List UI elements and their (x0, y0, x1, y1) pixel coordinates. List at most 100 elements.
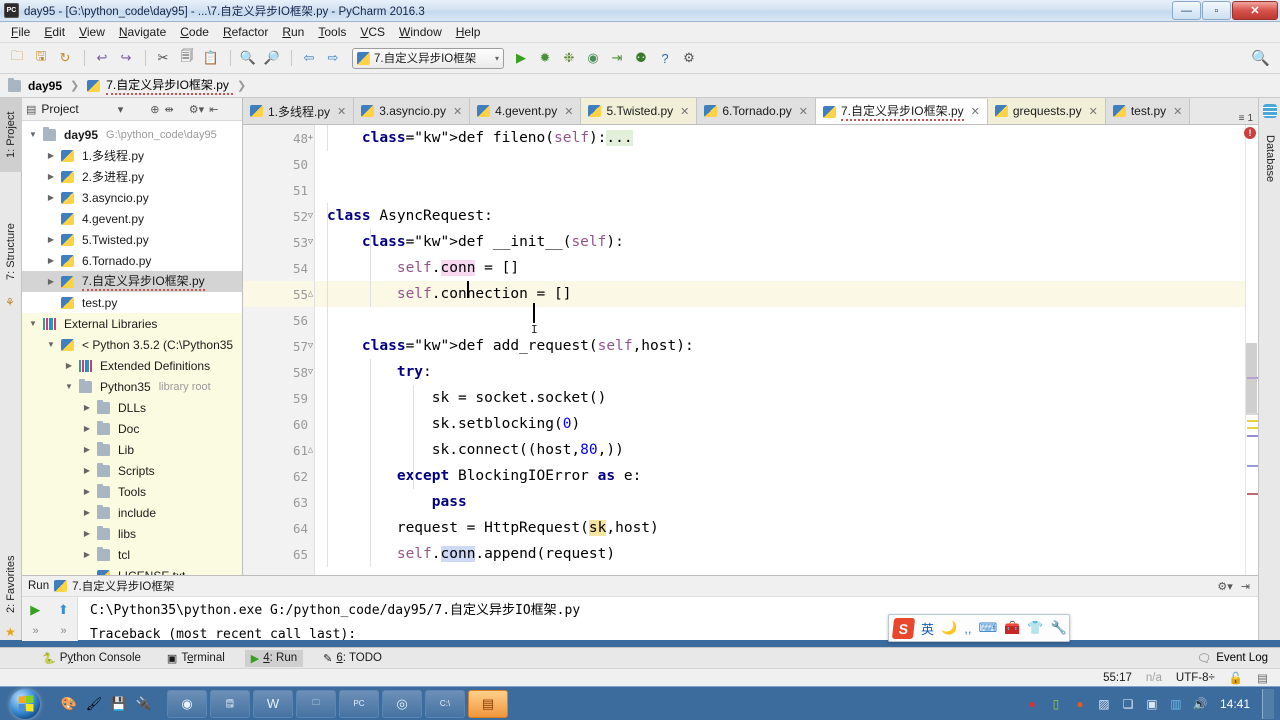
volume-icon[interactable]: 🔊 (1192, 696, 1208, 712)
copy-icon[interactable]: 🗐 (176, 47, 198, 69)
chevron-right-icon[interactable]: ▶ (80, 424, 94, 433)
tree-node[interactable]: test.py (22, 292, 242, 313)
dropdown-icon[interactable]: ▾ (118, 103, 124, 116)
menu-item-run[interactable]: Run (275, 23, 311, 41)
tree-node-root[interactable]: ▼day95G:\python_code\day95 (22, 124, 242, 145)
chevron-down-icon[interactable]: ▼ (26, 130, 40, 139)
taskbar-button-media-player[interactable]: ◎ (382, 690, 422, 718)
chevrons-down-icon[interactable]: » (32, 625, 38, 637)
tab-list-icon[interactable]: ≡ (1239, 113, 1245, 124)
code-line[interactable]: class="kw">def add_request(self,host): (315, 333, 1258, 359)
editor-scrollbar-thumb[interactable] (1246, 343, 1257, 415)
line-number[interactable]: 63 (243, 489, 314, 515)
bottom-tab-python-console[interactable]: 🐍Python Console (36, 650, 147, 667)
tree-node[interactable]: ▼< Python 3.5.2 (C:\Python35 (22, 334, 242, 355)
editor-tab-6[interactable]: grequests.py✕ (988, 98, 1106, 124)
sync-icon[interactable]: ↻ (54, 47, 76, 69)
line-number[interactable]: 58▽ (243, 359, 314, 385)
open-folder-icon[interactable]: 🗀 (6, 47, 28, 69)
rerun-icon[interactable]: ▶ (30, 602, 40, 618)
chevron-down-icon[interactable]: ▼ (44, 340, 58, 349)
brush-icon[interactable]: 🖌 (83, 693, 105, 715)
tree-node[interactable]: ▶DLLs (22, 397, 242, 418)
antivirus-icon[interactable]: ● (1024, 696, 1040, 712)
settings-icon[interactable]: ⚙ (678, 47, 700, 69)
error-count-badge[interactable]: ! (1244, 127, 1256, 139)
line-separator[interactable]: n/a (1146, 672, 1162, 684)
chevron-right-icon[interactable]: ▶ (80, 445, 94, 454)
line-number[interactable]: 54 (243, 255, 314, 281)
ime-mode-label[interactable]: 英 (921, 619, 934, 638)
line-number[interactable]: 61△ (243, 437, 314, 463)
taskbar-button-explorer[interactable]: 🗀 (296, 690, 336, 718)
line-number[interactable]: 65 (243, 541, 314, 567)
bottom-tab-terminal[interactable]: ▣Terminal (161, 650, 231, 667)
project-view-icon[interactable]: ▤ (26, 103, 36, 116)
cut-icon[interactable]: ✂ (152, 47, 174, 69)
code-line[interactable]: self.connection = [] (315, 281, 1258, 307)
caret-position[interactable]: 55:17 (1103, 672, 1132, 684)
run-configuration-selector[interactable]: 7.自定义异步IO框架 ▾ (352, 48, 504, 69)
windows-icon[interactable]: ❏ (1120, 696, 1136, 712)
taskbar-button-pycharm[interactable]: PC (339, 690, 379, 718)
tree-node[interactable]: ▶7.自定义异步IO框架.py (22, 271, 242, 292)
plugin-icon[interactable]: 🔌 (133, 693, 155, 715)
ime-icon[interactable]: ▥ (1168, 696, 1184, 712)
tree-node[interactable]: ▼Python35library root (22, 376, 242, 397)
maximize-button[interactable]: ▫ (1202, 1, 1231, 20)
chevron-down-icon[interactable]: ▼ (62, 382, 76, 391)
line-number[interactable]: 60 (243, 411, 314, 437)
close-tab-icon[interactable]: ✕ (1089, 105, 1098, 118)
run-console-output[interactable]: C:\Python35\python.exe G:/python_code/da… (78, 597, 1258, 641)
sogou-logo-icon[interactable]: S (892, 618, 915, 639)
chevron-down-icon[interactable]: ▼ (26, 319, 40, 328)
sidebar-item-favorites[interactable]: 2: Favorites (0, 538, 22, 630)
menu-item-view[interactable]: View (72, 23, 112, 41)
line-number[interactable]: 55△ (243, 281, 314, 307)
chevron-right-icon[interactable]: ▶ (44, 277, 58, 286)
tree-node[interactable]: ▶libs (22, 523, 242, 544)
tree-node[interactable]: ▶6.Tornado.py (22, 250, 242, 271)
taskbar-button-word[interactable]: W (253, 690, 293, 718)
hide-icon[interactable]: ⇤ (209, 103, 218, 116)
code-line[interactable] (315, 177, 1258, 203)
tree-node[interactable]: ▶Extended Definitions (22, 355, 242, 376)
collapse-all-icon[interactable]: ⇹ (165, 103, 174, 116)
gear-icon[interactable]: ⚙▾ (1217, 580, 1232, 593)
search-everywhere-icon[interactable]: 🔍 (1251, 49, 1270, 67)
show-desktop-button[interactable] (1262, 689, 1274, 719)
marker-scrollbar[interactable]: ! (1245, 125, 1258, 575)
wrench-icon[interactable]: 🔧 (1051, 620, 1067, 636)
gear-icon[interactable]: ⚙▾ (189, 103, 204, 116)
code-editor[interactable]: 48+505152▽53▽5455△5657▽58▽596061△6263646… (243, 125, 1258, 575)
sidebar-item-project[interactable]: 1: Project (0, 98, 22, 172)
chevron-right-icon[interactable]: ▶ (44, 256, 58, 265)
editor-tabs-overflow[interactable]: ≡1 (1234, 113, 1258, 124)
toolbox-icon[interactable]: 🧰 (1004, 620, 1020, 636)
line-number[interactable]: 53▽ (243, 229, 314, 255)
chevron-right-icon[interactable]: ▶ (80, 508, 94, 517)
run-to-cursor-icon[interactable]: ⇥ (606, 47, 628, 69)
editor-tab-2[interactable]: 4.gevent.py✕ (470, 98, 581, 124)
chevrons-down-2-icon[interactable]: » (60, 625, 66, 637)
close-tab-icon[interactable]: ✕ (337, 105, 346, 118)
debug-icon[interactable]: ✹ (534, 47, 556, 69)
taskbar-button-sogou-pinyin[interactable]: ▤ (468, 690, 508, 718)
editor-tab-7[interactable]: test.py✕ (1106, 98, 1191, 124)
tree-node[interactable]: ▶1.多线程.py (22, 145, 242, 166)
tree-node[interactable]: ▶tcl (22, 544, 242, 565)
menu-item-refactor[interactable]: Refactor (216, 23, 275, 41)
code-line[interactable]: class="kw">def __init__(self): (315, 229, 1258, 255)
editor-tab-4[interactable]: 6.Tornado.py✕ (697, 98, 816, 124)
locate-icon[interactable]: ⊕ (150, 103, 159, 116)
undo-icon[interactable]: ↩ (91, 47, 113, 69)
sidebar-item-structure[interactable]: 7: Structure (0, 206, 22, 298)
menu-item-navigate[interactable]: Navigate (112, 23, 173, 41)
run-icon[interactable]: ▶ (510, 47, 532, 69)
chevron-right-icon[interactable]: ▶ (80, 466, 94, 475)
chevron-right-icon[interactable]: ▶ (44, 193, 58, 202)
chevron-right-icon[interactable]: ▶ (44, 172, 58, 181)
menu-item-edit[interactable]: Edit (37, 23, 72, 41)
tree-node[interactable]: ▼External Libraries (22, 313, 242, 334)
vcs-update-icon[interactable]: ⚉ (630, 47, 652, 69)
